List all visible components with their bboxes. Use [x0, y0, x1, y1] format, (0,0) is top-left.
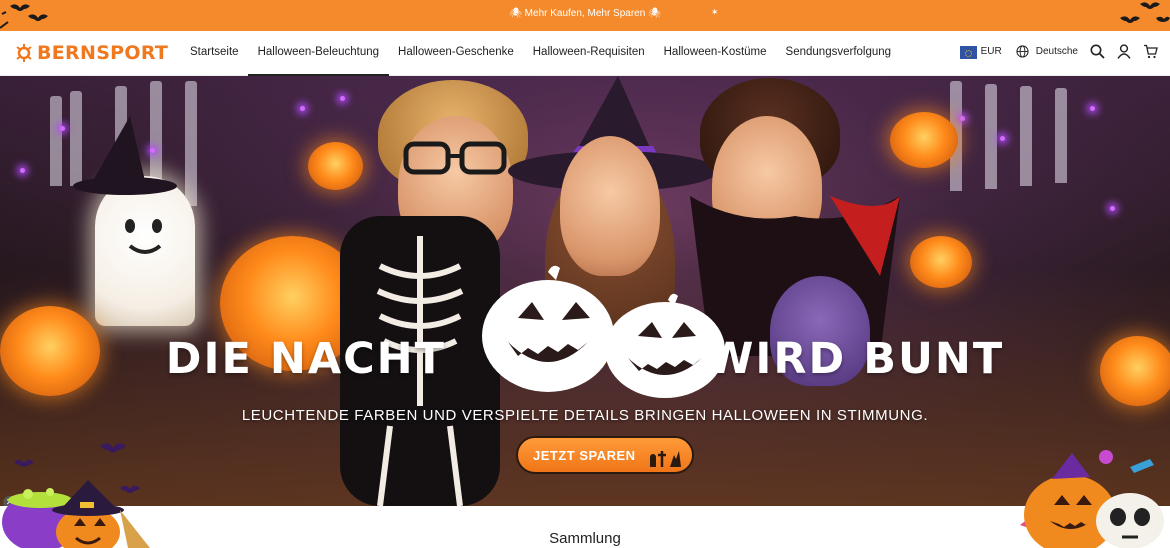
kid-face — [560, 136, 660, 276]
glasses — [403, 141, 507, 175]
sparkle-icon: ✶ — [711, 7, 719, 17]
main-nav: Startseite Halloween-Beleuchtung Hallowe… — [190, 46, 910, 76]
logo-sun-icon — [16, 44, 32, 62]
site-header: BERNSPORT Startseite Halloween-Beleuchtu… — [0, 31, 1170, 76]
search-icon[interactable] — [1090, 44, 1105, 59]
nav-item-beleuchtung[interactable]: Halloween-Beleuchtung — [247, 46, 390, 76]
brand-name: BERNSPORT — [37, 42, 169, 64]
shop-now-button[interactable]: JETZT SPAREN — [516, 436, 694, 474]
globe-icon[interactable] — [1016, 45, 1029, 58]
graveyard-icon — [650, 451, 681, 467]
fence-post — [185, 81, 197, 206]
section-title: Sammlung — [549, 530, 621, 547]
nav-item-kostueme[interactable]: Halloween-Kostüme — [664, 46, 767, 58]
nav-item-requisiten[interactable]: Halloween-Requisiten — [533, 46, 645, 58]
nav-item-geschenke[interactable]: Halloween-Geschenke — [398, 46, 514, 58]
fence-post — [1020, 86, 1032, 186]
header-utilities: EUR Deutsche — [959, 44, 1158, 59]
hero-title-right: WIRD BUNT — [705, 334, 1005, 384]
eu-flag-icon — [959, 46, 977, 59]
logo[interactable]: BERNSPORT — [14, 42, 168, 64]
pumpkin-skull-decoration — [1020, 450, 1164, 548]
fence-post — [1055, 88, 1067, 183]
hero-banner[interactable]: DIE NACHT WIRD BUNT LEUCHTENDE FARBEN UND… — [0, 76, 1170, 506]
string-light — [300, 106, 305, 111]
fence-post — [985, 84, 997, 189]
string-light — [1090, 106, 1095, 111]
string-light — [20, 168, 25, 173]
bat-icon — [1120, 2, 1170, 23]
string-light — [960, 116, 965, 121]
string-light — [1000, 136, 1005, 141]
announcement-bar: 🕷 Mehr Kaufen, Mehr Sparen 🕷 ✶ — [0, 0, 1170, 31]
shop-now-label: JETZT SPAREN — [533, 447, 636, 463]
language-selector[interactable]: Deutsche — [1036, 46, 1078, 57]
pumpkin-lantern — [308, 142, 363, 190]
pumpkin-lantern — [910, 236, 972, 288]
jack-o-lantern-icon — [482, 265, 725, 398]
ghost-decoration — [95, 176, 195, 326]
announcement-text: 🕷 Mehr Kaufen, Mehr Sparen 🕷 — [509, 8, 661, 19]
string-light — [340, 96, 345, 101]
string-light — [60, 126, 65, 131]
nav-item-startseite[interactable]: Startseite — [190, 46, 239, 58]
currency-selector[interactable]: EUR — [981, 46, 1002, 57]
fence-post — [50, 96, 62, 186]
hero-subtitle: LEUCHTENDE FARBEN UND VERSPIELTE DETAILS… — [241, 407, 929, 424]
nav-item-sendungsverfolgung[interactable]: Sendungsverfolgung — [786, 46, 892, 58]
witch-hat — [73, 116, 177, 195]
account-icon[interactable] — [1117, 44, 1131, 59]
cart-icon[interactable] — [1143, 44, 1158, 59]
hero-title-left: DIE NACHT — [165, 334, 446, 384]
string-light — [1110, 206, 1115, 211]
